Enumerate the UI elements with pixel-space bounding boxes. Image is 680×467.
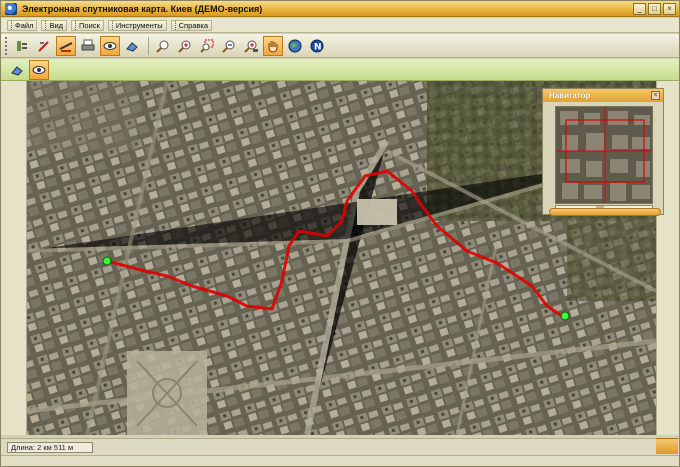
app-globe-icon [5,2,17,15]
layers-button[interactable] [12,36,32,56]
globe-icon [288,39,302,52]
navigator-panel: Навигатор × [542,88,664,215]
zoom-out-icon [222,40,235,53]
grip-icon [75,20,77,30]
navigator-close-button[interactable]: × [651,91,660,100]
minimize-button[interactable]: _ [633,3,646,15]
status-bar: Длина: 2 км 511 м [1,438,679,455]
menu-tools-label: Инструменты [115,20,163,30]
navigator-title: Навигатор [543,89,663,102]
app-window: Электронная спутниковая карта. Киев (ДЕМ… [0,0,680,467]
route-eraser-button[interactable] [7,60,27,80]
window-controls: _ □ × [633,3,676,15]
hand-pan-icon [268,40,278,53]
menu-help-label: Справка [178,20,209,30]
bottom-strip [1,455,679,466]
navigator-resize-handle[interactable] [549,208,661,216]
route-toolbar [1,59,679,81]
navigator-overview-map[interactable] [555,106,653,204]
print-button[interactable] [78,36,98,56]
menu-search[interactable]: Поиск [71,19,104,31]
print-icon [81,39,95,50]
menu-bar: Файл Вид Поиск Инструменты Справка [1,18,679,33]
grip-icon [174,20,177,30]
zoom-in-icon [156,40,169,53]
toolbar-separator [148,36,149,55]
globe-button[interactable] [285,36,305,56]
zoom-out-button[interactable] [219,36,239,56]
pan-button[interactable] [263,35,283,56]
navigator-map-canvas[interactable] [556,107,653,204]
north-button[interactable]: N [307,36,327,56]
svg-text:N: N [314,42,322,52]
eye-icon [103,41,117,50]
route-end-marker[interactable] [560,311,570,321]
menu-file-label: Файл [15,20,34,30]
left-panel [1,81,27,435]
grip-icon [45,20,47,30]
grip-icon [111,20,114,30]
status-corner [656,438,678,454]
close-button[interactable]: × [663,3,676,15]
draw-route-icon [38,40,49,52]
edit-route-button[interactable] [56,35,76,56]
menu-search-label: Поиск [79,20,100,30]
eraser-button[interactable] [122,36,142,56]
zoom-rect-button[interactable] [197,36,217,56]
zoom-in-plus-icon [178,40,191,53]
eye-icon [32,65,46,74]
zoom-full-icon [244,40,258,53]
main-toolbar: N [1,34,679,58]
route-view-button[interactable] [29,59,49,80]
menu-view[interactable]: Вид [41,19,68,31]
title-bar: Электронная спутниковая карта. Киев (ДЕМ… [1,1,679,17]
layers-icon [17,40,27,51]
eraser-icon [126,41,138,52]
window-title: Электронная спутниковая карта. Киев (ДЕМ… [22,3,263,14]
route-length-status: Длина: 2 км 511 м [7,442,93,453]
menu-tools[interactable]: Инструменты [107,19,167,31]
toolbar-grip-icon[interactable] [5,36,9,55]
edit-route-icon [59,41,73,52]
grip-icon [11,20,13,30]
zoom-full-button[interactable] [241,36,261,56]
view-button[interactable] [100,35,120,56]
compass-north-icon: N [310,39,324,52]
draw-route-button[interactable] [34,36,54,56]
eraser-icon [11,65,23,76]
zoom-in-plus-button[interactable] [175,36,195,56]
zoom-rect-icon [200,39,214,53]
maximize-button[interactable]: □ [648,3,661,15]
route-start-marker[interactable] [102,256,112,266]
menu-view-label: Вид [49,20,64,30]
menu-help[interactable]: Справка [170,19,213,31]
menu-file[interactable]: Файл [7,19,38,31]
zoom-in-button[interactable] [153,36,173,56]
